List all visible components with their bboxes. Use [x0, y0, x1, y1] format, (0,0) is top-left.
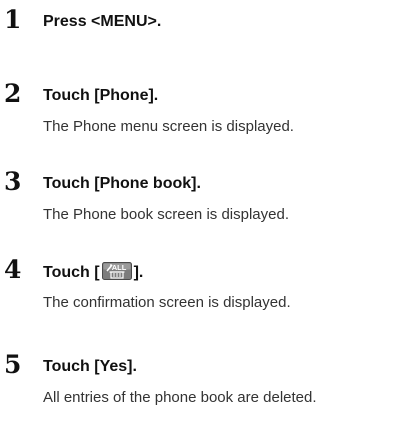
step-title-prefix: Touch [ — [43, 264, 100, 281]
step-title: Touch [Phone book]. — [43, 175, 201, 192]
step-title: Press <MENU>. — [43, 13, 162, 30]
step-number: 2 — [4, 79, 22, 108]
step-number: 4 — [4, 255, 22, 284]
step-title-suffix: ]. — [133, 264, 144, 281]
step-number: 1 — [4, 5, 22, 34]
delete-all-icon-label: ALL — [111, 263, 126, 272]
step-title: Touch [ ALL]. — [43, 262, 143, 283]
step-description: The confirmation screen is displayed. — [43, 294, 291, 311]
step-title: Touch [Phone]. — [43, 87, 159, 104]
step-description: The Phone menu screen is displayed. — [43, 118, 294, 135]
delete-all-icon: ALL — [101, 262, 132, 280]
step-number: 3 — [4, 167, 22, 196]
step-description: The Phone book screen is displayed. — [43, 206, 289, 223]
step-description: All entries of the phone book are delete… — [43, 389, 317, 406]
step-number: 5 — [4, 350, 22, 379]
step-title: Touch [Yes]. — [43, 358, 137, 375]
